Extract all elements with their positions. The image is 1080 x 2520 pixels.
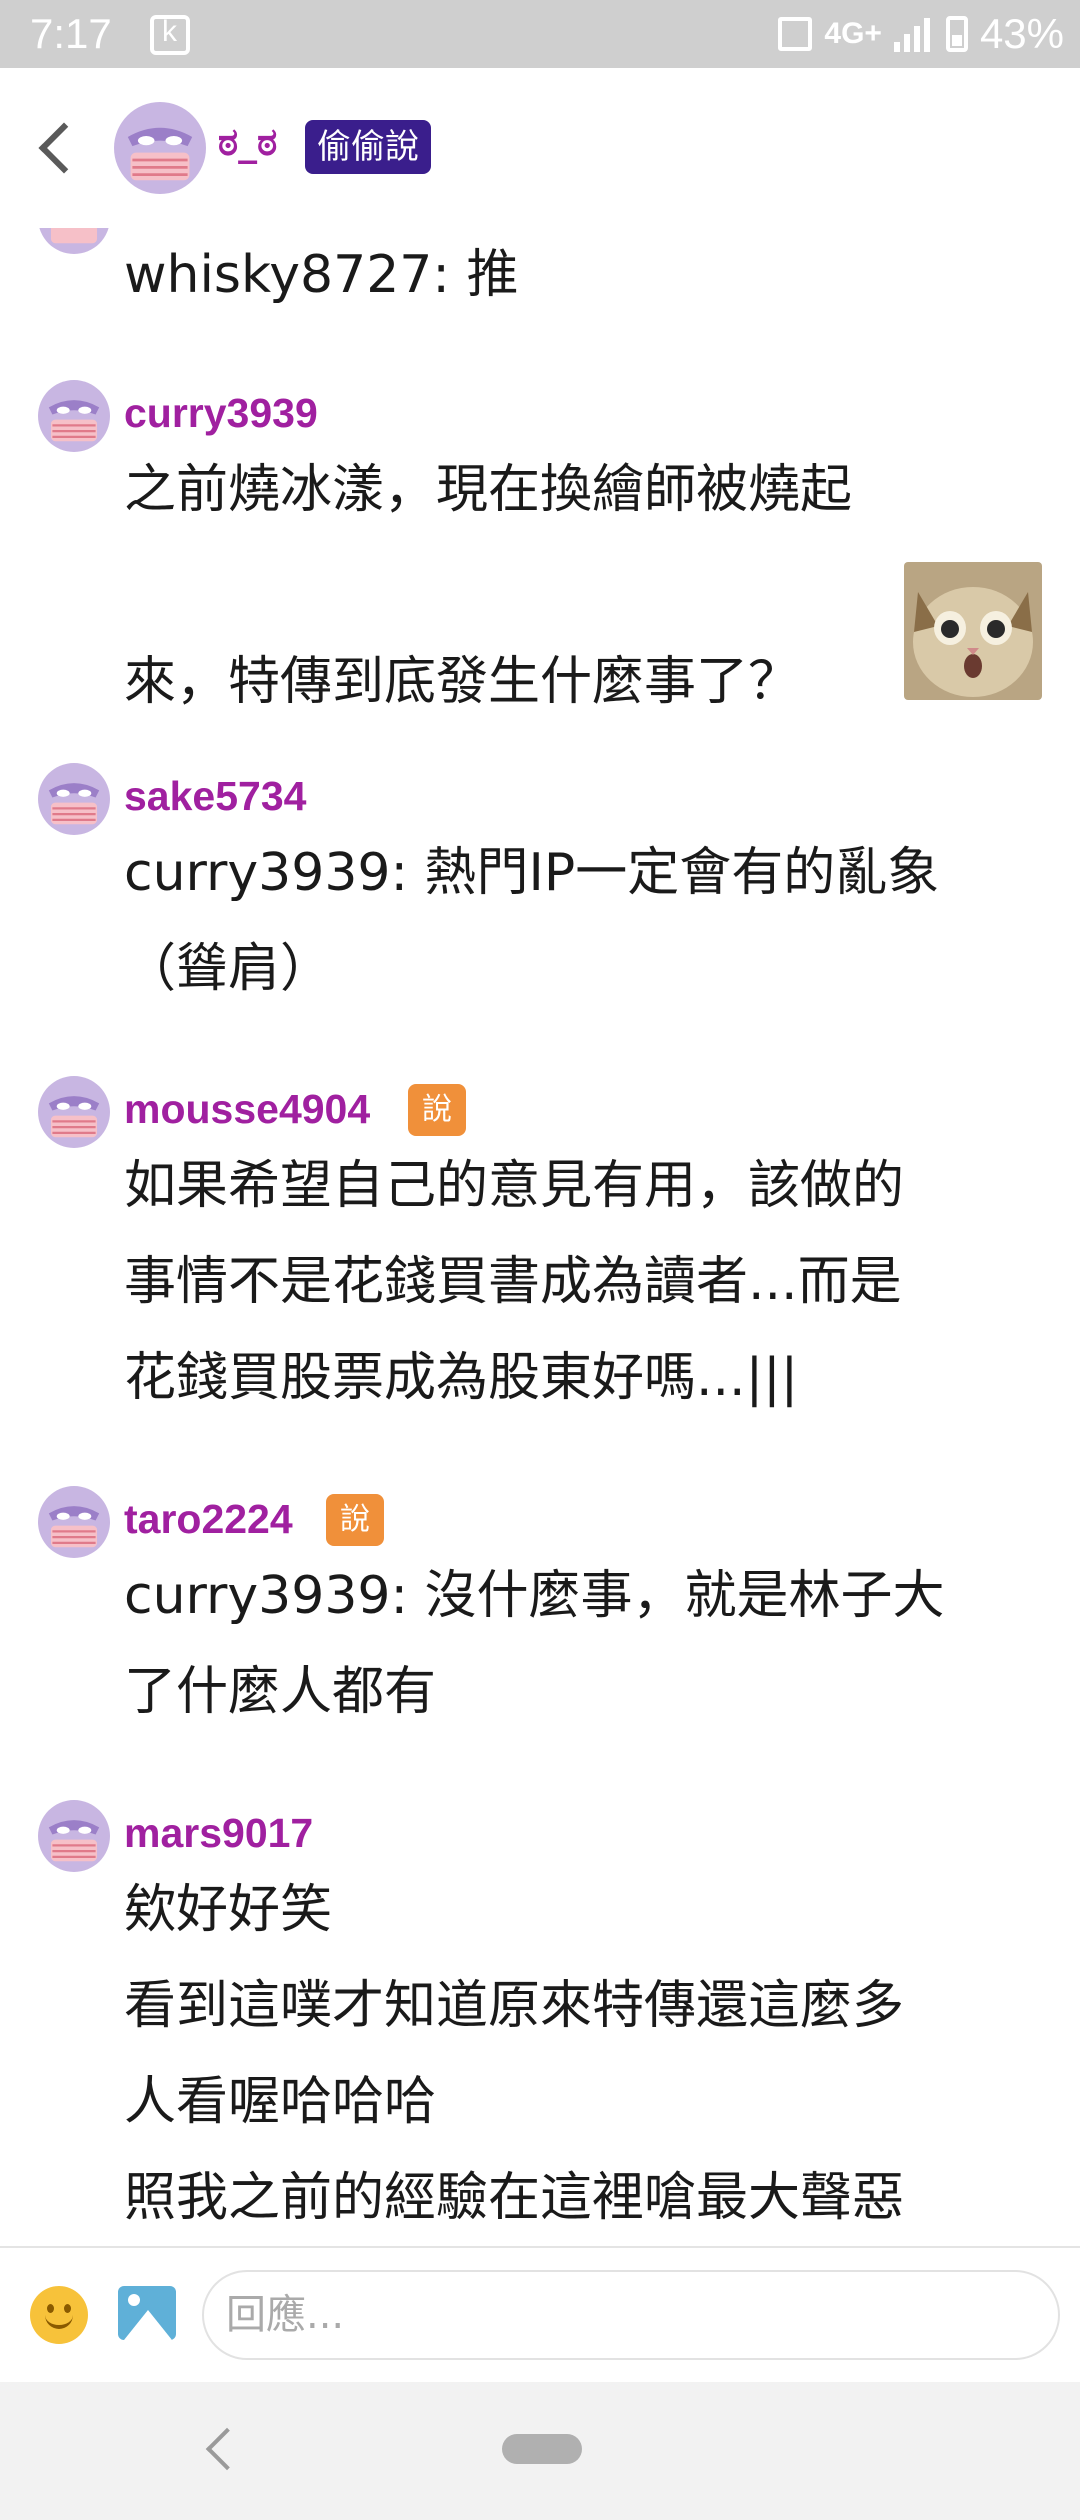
reply-input[interactable]: 回應... [202,2270,1060,2360]
comment-username[interactable]: curry3939 [124,390,318,437]
status-icons: 4G+ 43% [778,10,1064,58]
vibrate-icon [778,17,813,51]
author-name[interactable]: ಠ_ಠ [218,120,277,165]
response-list[interactable]: whisky8727: 推 curry3939 之前燒冰漾，現在換繪師被燒起 來… [0,228,1080,2246]
signal-icon [893,16,934,52]
author-avatar[interactable] [114,102,206,194]
image-icon[interactable] [118,2286,176,2340]
nav-home-pill[interactable] [502,2434,582,2464]
status-bar: 7:17 4G+ 43% [0,0,1080,68]
comment-username[interactable]: sake5734 [124,773,306,820]
nav-back-icon[interactable] [205,2427,249,2471]
plurk-header: ಠ_ಠ 偷偷說 [0,68,1080,228]
comment-text: 如果希望自己的意見有用，該做的 事情不是花錢買書成為讀者...而是 花錢買股票成… [124,1156,905,1408]
avatar [39,228,109,254]
avatar[interactable] [38,1800,110,1872]
system-nav-bar [0,2382,1080,2520]
emoji-icon[interactable] [30,2286,88,2344]
comment-username[interactable]: mars9017 [124,1810,313,1857]
battery-icon [945,16,968,52]
comment-text: 之前燒冰漾，現在換繪師被燒起 來，特傳到底發生什麼事了？ [124,460,853,712]
anonymous-badge: 偷偷說 [305,120,431,174]
status-time: 7:17 [30,10,112,57]
app-notification-icon [150,15,190,55]
battery-percent: 43% [979,10,1064,57]
speaker-badge: 說 [326,1494,384,1546]
comment-text: curry3939: 沒什麼事，就是林子大 了什麼人都有 [124,1566,945,1722]
comment-username[interactable]: taro2224 [124,1496,293,1543]
speaker-badge: 說 [408,1084,466,1136]
comment-text: whisky8727: 推 [124,245,519,305]
comment-text: curry3939: 熱門IP一定會有的亂象 （聳肩） [124,843,940,999]
avatar[interactable] [38,1486,110,1558]
avatar[interactable] [38,763,110,835]
surprised-cat-sticker [904,562,1042,700]
back-button[interactable] [34,120,88,174]
avatar[interactable] [38,1076,110,1148]
reply-bar: 回應... [0,2246,1080,2380]
avatar[interactable] [38,380,110,452]
comment-username[interactable]: mousse4904 [124,1086,370,1133]
network-type: 4G+ [824,17,882,50]
comment-text: 欸好好笑 看到這噗才知道原來特傳還這麼多 人看喔哈哈哈 照我之前的經驗在這裡嗆最… [124,1880,905,2228]
